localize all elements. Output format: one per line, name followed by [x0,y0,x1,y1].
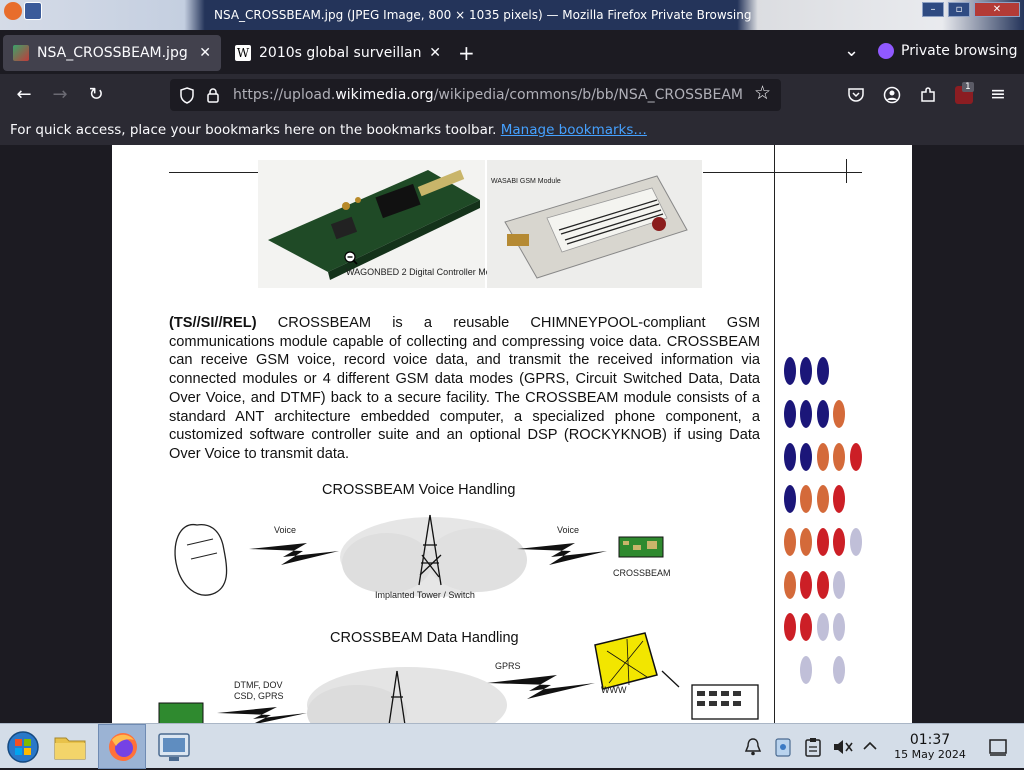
monitor-icon [158,733,190,761]
app-menu-button[interactable]: ≡ [990,83,1006,105]
forward-button[interactable]: → [46,82,74,108]
private-browsing-label: Private browsing [901,43,1018,59]
www-label: WWW [601,685,627,695]
tab-global-surveillance[interactable]: W 2010s global surveillance ✕ [225,35,451,71]
notification-bell-icon[interactable] [743,737,763,757]
wasabi-caption: WASABI GSM Module [491,178,561,185]
minimize-button[interactable]: – [922,2,944,17]
extension-badge: 1 [962,82,974,92]
dtmf-label-line2: CSD, GPRS [234,691,284,701]
top-rule-left [169,172,259,173]
list-all-tabs-button[interactable]: ⌄ [844,40,859,61]
url-bar[interactable]: https://upload.wikimedia.org/wikipedia/c… [170,79,781,111]
voice-handling-title: CROSSBEAM Voice Handling [322,482,516,498]
wagonbed-photo: WAGONBED 2 Digital Controller Module [258,160,508,288]
sidebar-divider [774,145,775,723]
implanted-tower-label: Implanted Tower / Switch [375,590,475,600]
clock-time: 01:37 [909,732,951,748]
classification-marking: (TS//SI//REL) [169,315,257,331]
window-title: NSA_CROSSBEAM.jpg (JPEG Image, 800 × 103… [214,8,752,22]
crossbeam-description: (TS//SI//REL) CROSSBEAM is a reusable CH… [169,314,760,464]
firefox-app-icon [4,2,22,20]
private-browsing-icon [878,43,894,59]
clock-date: 15 May 2024 [894,748,966,761]
tray-expand-chevron-icon[interactable] [862,739,878,753]
window-menu-icon[interactable] [24,2,42,20]
firefox-icon [109,733,137,761]
zoom-out-cursor-icon [344,251,358,265]
extensions-puzzle-icon[interactable] [919,86,937,104]
start-menu-button[interactable] [4,728,42,766]
start-orb-icon [7,731,39,763]
gprs-label: GPRS [495,661,521,671]
url-text[interactable]: https://upload.wikimedia.org/wikipedia/c… [233,87,743,103]
show-desktop-icon[interactable] [988,737,1008,757]
taskbar-clock[interactable]: 01:37 15 May 2024 [884,733,976,762]
close-window-button[interactable]: ✕ [974,2,1020,17]
taskbar: 01:37 15 May 2024 [0,723,1024,769]
file-manager-button[interactable] [51,728,89,766]
voice-left-label: Voice [274,525,297,535]
pocket-icon[interactable] [847,86,865,104]
clipboard-icon[interactable] [804,737,822,757]
lock-icon[interactable] [206,87,220,104]
system-monitor-button[interactable] [155,728,193,766]
folder-icon [54,737,86,760]
tracking-shield-icon[interactable] [179,87,195,104]
window-titlebar: NSA_CROSSBEAM.jpg (JPEG Image, 800 × 103… [0,0,1024,30]
crop-mark [846,159,847,183]
manage-bookmarks-link[interactable]: Manage bookmarks… [501,122,647,138]
wagonbed-caption: WAGONBED 2 Digital Controller Module [346,267,508,277]
dtmf-label-line1: DTMF, DOV [234,680,283,690]
bookmarks-toolbar: For quick access, place your bookmarks h… [0,116,1024,145]
firefox-taskbar-button[interactable] [98,724,146,769]
bookmark-star-icon[interactable]: ☆ [754,82,771,104]
tab-nsa-crossbeam[interactable]: NSA_CROSSBEAM.jpg (JPEG Image ✕ [3,35,221,71]
data-handling-diagram [158,632,759,723]
description-body: CROSSBEAM is a reusable CHIMNEYPOOL-comp… [169,315,760,462]
maximize-button[interactable]: ▫ [948,2,970,17]
new-tab-button[interactable]: + [458,41,475,65]
wikipedia-favicon-icon: W [235,45,251,61]
back-button[interactable]: ← [10,82,38,108]
top-rule-right [703,172,862,173]
page-viewport[interactable]: WAGONBED 2 Digital Controller Module WAS… [0,145,1024,723]
crossbeam-device-label: CROSSBEAM [613,568,671,578]
tab-strip: NSA_CROSSBEAM.jpg (JPEG Image ✕ W 2010s … [0,30,1024,74]
voice-right-label: Voice [557,525,580,535]
decorative-oval-pattern [784,357,862,684]
wasabi-photo: WASABI GSM Module [487,160,702,288]
volume-muted-icon[interactable] [832,737,854,757]
bookmarks-hint: For quick access, place your bookmarks h… [10,122,647,138]
image-favicon-icon [13,45,29,61]
tab-close-icon[interactable]: ✕ [429,45,441,61]
crossbeam-document-image[interactable]: WAGONBED 2 Digital Controller Module WAS… [112,145,912,723]
network-clipboard-icon[interactable] [773,736,793,758]
navigation-toolbar: ← → ↻ https://upload.wikimedia.org/wikip… [0,74,1024,116]
reload-button[interactable]: ↻ [82,82,110,108]
tab-label: 2010s global surveillance [259,45,422,61]
account-icon[interactable] [883,86,901,104]
tab-label: NSA_CROSSBEAM.jpg (JPEG Image [37,45,191,61]
tab-close-icon[interactable]: ✕ [199,45,211,61]
